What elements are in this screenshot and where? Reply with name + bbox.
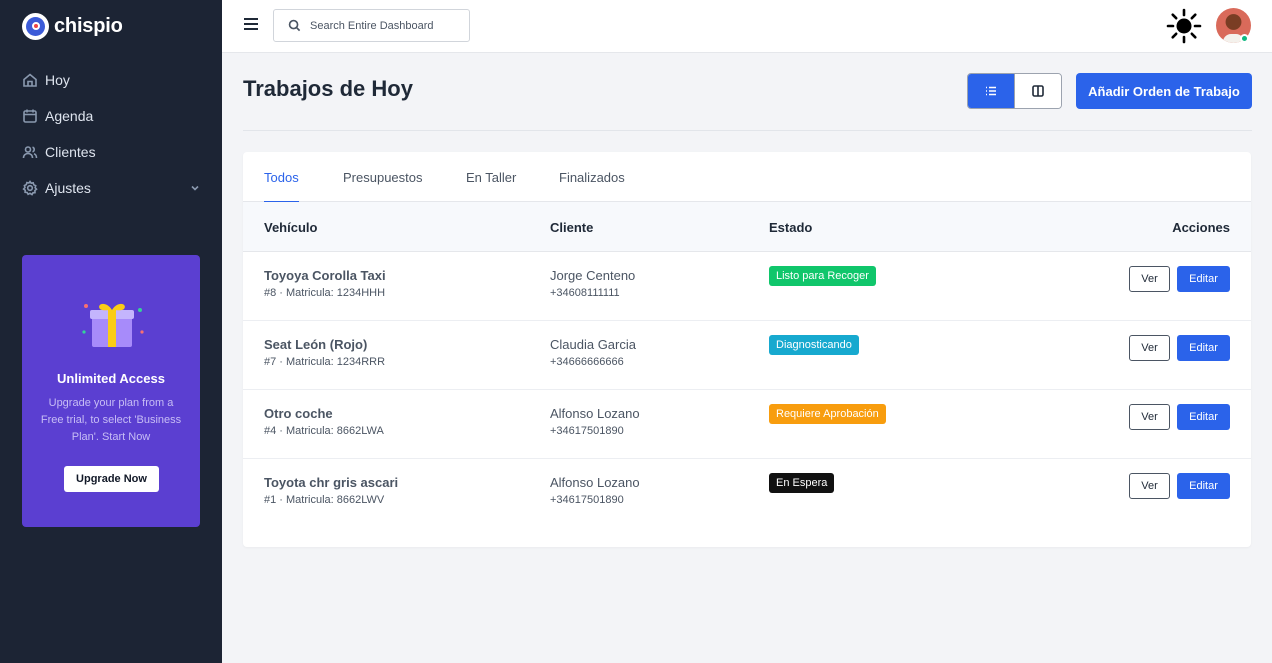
client-name: Alfonso Lozano bbox=[550, 406, 640, 421]
sidebar-item-label: Hoy bbox=[45, 72, 70, 88]
client-phone: +34666666666 bbox=[550, 356, 624, 368]
sidebar-item-hoy[interactable]: Hoy bbox=[0, 62, 222, 98]
client-phone: +34617501890 bbox=[550, 494, 624, 506]
sidebar-item-ajustes[interactable]: Ajustes bbox=[0, 170, 222, 206]
column-header-estado: Estado bbox=[769, 219, 813, 235]
logo[interactable]: chispio bbox=[22, 12, 123, 40]
view-button[interactable]: Ver bbox=[1129, 404, 1170, 430]
vehicle-name: Otro coche bbox=[264, 406, 333, 421]
sidebar-item-label: Ajustes bbox=[45, 180, 91, 196]
client-phone: +34617501890 bbox=[550, 425, 624, 437]
vehicle-name: Toyota chr gris ascari bbox=[264, 475, 399, 490]
column-header-acciones: Acciones bbox=[1172, 219, 1230, 235]
columns-icon bbox=[1032, 85, 1044, 97]
divider bbox=[243, 130, 1252, 131]
view-button[interactable]: Ver bbox=[1129, 266, 1170, 292]
vehicle-details: #8 · Matricula: 1234HHH bbox=[264, 287, 386, 299]
status-badge: Listo para Recoger bbox=[769, 266, 876, 286]
edit-button[interactable]: Editar bbox=[1177, 404, 1230, 430]
view-button[interactable]: Ver bbox=[1129, 473, 1170, 499]
vehicle-details: #1 · Matricula: 8662LWV bbox=[264, 494, 385, 506]
promo-text: Upgrade your plan from a Free trial, to … bbox=[40, 397, 182, 443]
vehicle-details: #4 · Matricula: 8662LWA bbox=[264, 425, 384, 437]
edit-button[interactable]: Editar bbox=[1177, 266, 1230, 292]
users-icon bbox=[22, 146, 38, 159]
top-header bbox=[222, 0, 1272, 53]
sidebar-item-agenda[interactable]: Agenda bbox=[0, 98, 222, 134]
sidebar-nav: Hoy Agenda Clientes Ajustes bbox=[0, 62, 222, 206]
status-badge: Diagnosticando bbox=[769, 335, 859, 355]
table-row: Otro coche #4 · Matricula: 8662LWA Alfon… bbox=[243, 390, 1251, 459]
work-orders-card: Todos Presupuestos En Taller Finalizados… bbox=[243, 152, 1251, 547]
client-name: Alfonso Lozano bbox=[550, 475, 640, 490]
logo-text: chispio bbox=[54, 14, 123, 37]
logo-icon bbox=[22, 12, 49, 40]
promo-title: Unlimited Access bbox=[57, 371, 165, 386]
edit-button[interactable]: Editar bbox=[1177, 335, 1230, 361]
table-row: Toyoya Corolla Taxi #8 · Matricula: 1234… bbox=[243, 252, 1251, 321]
client-name: Jorge Centeno bbox=[550, 268, 636, 283]
upgrade-promo-card: Unlimited Access Upgrade your plan from … bbox=[22, 255, 200, 527]
vehicle-details: #7 · Matricula: 1234RRR bbox=[264, 356, 386, 368]
page-title: Trabajos de Hoy bbox=[243, 76, 413, 101]
tab-finalizados[interactable]: Finalizados bbox=[559, 152, 625, 202]
search-box[interactable] bbox=[273, 9, 470, 42]
list-icon bbox=[986, 86, 996, 96]
vehicle-name: Toyoya Corolla Taxi bbox=[264, 268, 386, 283]
list-view-button[interactable] bbox=[968, 74, 1014, 108]
table-row: Seat León (Rojo) #7 · Matricula: 1234RRR… bbox=[243, 321, 1251, 390]
view-toggle bbox=[967, 73, 1062, 109]
client-phone: +34608111111 bbox=[550, 287, 620, 299]
table-row: Toyota chr gris ascari #1 · Matricula: 8… bbox=[243, 459, 1251, 528]
tab-en-taller[interactable]: En Taller bbox=[466, 152, 516, 202]
view-button[interactable]: Ver bbox=[1129, 335, 1170, 361]
home-icon bbox=[23, 73, 37, 87]
edit-button[interactable]: Editar bbox=[1177, 473, 1230, 499]
sidebar-item-clientes[interactable]: Clientes bbox=[0, 134, 222, 170]
column-header-vehiculo: Vehículo bbox=[264, 219, 318, 235]
board-view-button[interactable] bbox=[1014, 74, 1061, 108]
tab-presupuestos[interactable]: Presupuestos bbox=[343, 152, 423, 202]
status-badge: Requiere Aprobación bbox=[769, 404, 886, 424]
upgrade-now-button[interactable]: Upgrade Now bbox=[64, 466, 159, 492]
column-header-cliente: Cliente bbox=[550, 219, 594, 235]
status-badge: En Espera bbox=[769, 473, 835, 493]
chevron-down-icon[interactable] bbox=[190, 183, 200, 193]
gear-icon bbox=[22, 180, 38, 196]
tab-todos[interactable]: Todos bbox=[264, 152, 299, 203]
tabs: Todos Presupuestos En Taller Finalizados bbox=[243, 152, 1251, 203]
sun-icon[interactable] bbox=[1166, 8, 1202, 44]
table-header: Vehículo Cliente Estado Acciones bbox=[243, 202, 1251, 252]
sidebar: chispio Hoy Agenda Clientes Ajustes Unli… bbox=[0, 0, 222, 663]
sidebar-item-label: Agenda bbox=[45, 108, 94, 124]
add-work-order-button[interactable]: Añadir Orden de Trabajo bbox=[1076, 73, 1252, 109]
online-status-dot bbox=[1240, 34, 1249, 43]
vehicle-name: Seat León (Rojo) bbox=[264, 337, 368, 352]
search-icon bbox=[288, 19, 301, 32]
sidebar-item-label: Clientes bbox=[45, 144, 96, 160]
gift-icon bbox=[82, 303, 144, 347]
calendar-icon bbox=[23, 109, 37, 123]
search-input[interactable] bbox=[310, 19, 460, 32]
client-name: Claudia Garcia bbox=[550, 337, 636, 352]
menu-icon[interactable] bbox=[244, 18, 258, 32]
